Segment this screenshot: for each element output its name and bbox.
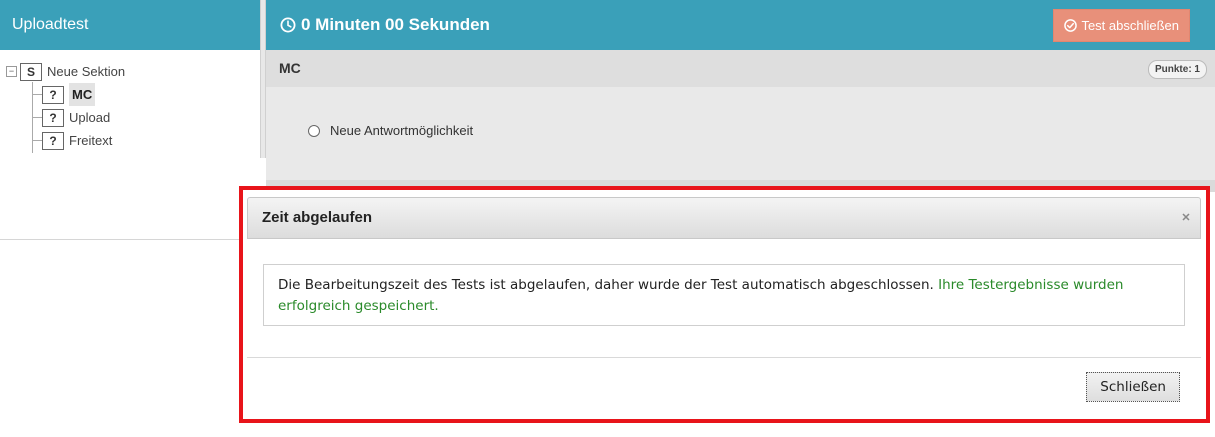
- question-icon: ?: [42, 131, 64, 150]
- timer: 0 Minuten 00 Sekunden: [280, 0, 490, 50]
- points-badge: Punkte: 1: [1147, 60, 1207, 79]
- section-icon: S: [20, 62, 42, 81]
- clock-icon: [280, 17, 296, 33]
- dialog-divider: [247, 357, 1201, 358]
- question-header: MC Punkte: 1: [266, 50, 1215, 87]
- close-icon[interactable]: ✕: [1180, 212, 1192, 224]
- close-dialog-button[interactable]: Schließen: [1086, 372, 1180, 402]
- tree-item-label[interactable]: Upload: [69, 106, 110, 129]
- tree-item-label[interactable]: Freitext: [69, 129, 112, 152]
- finish-test-button[interactable]: Test abschließen: [1053, 9, 1190, 42]
- dialog-header: Zeit abgelaufen ✕: [247, 197, 1201, 239]
- message-text: Die Bearbeitungszeit des Tests ist abgel…: [278, 277, 934, 293]
- navigation-tree-panel: − S Neue Sektion ? MC ? Upload ? Freitex…: [0, 50, 260, 240]
- question-body: Neue Antwortmöglichkeit: [266, 87, 1215, 192]
- dialog-title: Zeit abgelaufen: [262, 209, 373, 226]
- check-circle-icon: [1064, 19, 1078, 32]
- timer-text: 0 Minuten 00 Sekunden: [301, 15, 490, 34]
- left-panel-lower: [0, 241, 260, 437]
- main-header: 0 Minuten 00 Sekunden Test abschließen: [266, 0, 1215, 50]
- question-icon: ?: [42, 85, 64, 104]
- answer-option[interactable]: Neue Antwortmöglichkeit: [308, 123, 473, 138]
- tree-item-upload[interactable]: ? Upload: [6, 106, 125, 129]
- app-title: Uploadtest: [0, 0, 260, 50]
- dialog-body: Die Bearbeitungszeit des Tests ist abgel…: [247, 239, 1201, 415]
- answer-option-label[interactable]: Neue Antwortmöglichkeit: [330, 123, 473, 138]
- tree-item-label[interactable]: MC: [69, 83, 96, 106]
- answer-radio[interactable]: [308, 124, 320, 137]
- tree-item-mc[interactable]: ? MC: [6, 83, 125, 106]
- dialog-message: Die Bearbeitungszeit des Tests ist abgel…: [263, 264, 1185, 326]
- finish-test-label: Test abschließen: [1081, 18, 1179, 33]
- collapse-toggle-icon[interactable]: −: [6, 66, 17, 77]
- tree-section-label[interactable]: Neue Sektion: [47, 60, 125, 83]
- tree-item-freitext[interactable]: ? Freitext: [6, 129, 125, 152]
- question-icon: ?: [42, 108, 64, 127]
- navigation-tree: − S Neue Sektion ? MC ? Upload ? Freitex…: [6, 60, 125, 153]
- question-title: MC: [279, 60, 301, 76]
- tree-section[interactable]: − S Neue Sektion: [6, 60, 125, 83]
